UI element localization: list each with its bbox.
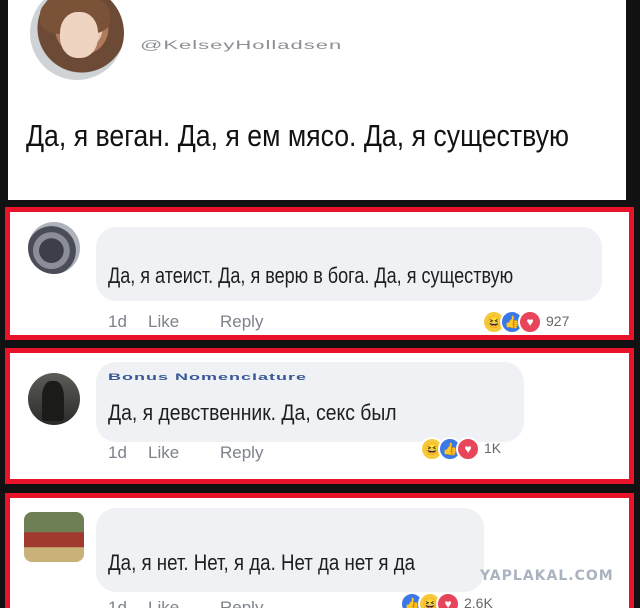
comment-time[interactable]: 1d xyxy=(108,443,127,463)
tweet-card: @KelseyHolladsen Да, я веган. Да, я ем м… xyxy=(8,0,626,200)
site-watermark: YAPLAKAL.COM xyxy=(480,568,614,584)
comment-panel: Да, я атеист. Да, я верю в бога. Да, я с… xyxy=(5,207,634,340)
love-reaction-icon: ♥ xyxy=(436,592,460,608)
reaction-count: 1K xyxy=(484,440,502,456)
comment-panel: Да, я нет. Нет, я да. Нет да нет я да 1d… xyxy=(5,493,634,608)
reply-button[interactable]: Reply xyxy=(220,598,263,608)
tweet-handle[interactable]: @KelseyHolladsen xyxy=(140,38,342,52)
commenter-avatar[interactable] xyxy=(28,373,80,425)
like-button[interactable]: Like xyxy=(148,443,179,463)
love-reaction-icon: ♥ xyxy=(518,310,542,334)
comment-time[interactable]: 1d xyxy=(108,598,127,608)
comment-text: Да, я девственник. Да, секс был xyxy=(108,400,397,425)
reaction-count: 2.6K xyxy=(464,595,493,608)
commenter-name[interactable]: Bonus Nomenclature xyxy=(108,372,307,383)
comment-time[interactable]: 1d xyxy=(108,312,127,332)
commenter-avatar[interactable] xyxy=(28,222,80,274)
comment-text: Да, я нет. Нет, я да. Нет да нет я да xyxy=(108,550,416,575)
reply-button[interactable]: Reply xyxy=(220,443,263,463)
profile-avatar[interactable] xyxy=(30,0,124,80)
tweet-text: Да, я веган. Да, я ем мясо. Да, я сущест… xyxy=(26,118,569,153)
comment-panel: Bonus Nomenclature Да, я девственник. Да… xyxy=(5,348,634,484)
comment-bubble: Да, я атеист. Да, я верю в бога. Да, я с… xyxy=(96,227,602,301)
comment-bubble: Да, я нет. Нет, я да. Нет да нет я да xyxy=(96,508,484,592)
comment-bubble: Bonus Nomenclature Да, я девственник. Да… xyxy=(96,362,524,442)
comment-text: Да, я атеист. Да, я верю в бога. Да, я с… xyxy=(108,263,514,288)
like-button[interactable]: Like xyxy=(148,598,179,608)
like-button[interactable]: Like xyxy=(148,312,179,332)
commenter-avatar[interactable] xyxy=(24,512,84,562)
reply-button[interactable]: Reply xyxy=(220,312,263,332)
reaction-count: 927 xyxy=(546,313,570,329)
love-reaction-icon: ♥ xyxy=(456,437,480,461)
